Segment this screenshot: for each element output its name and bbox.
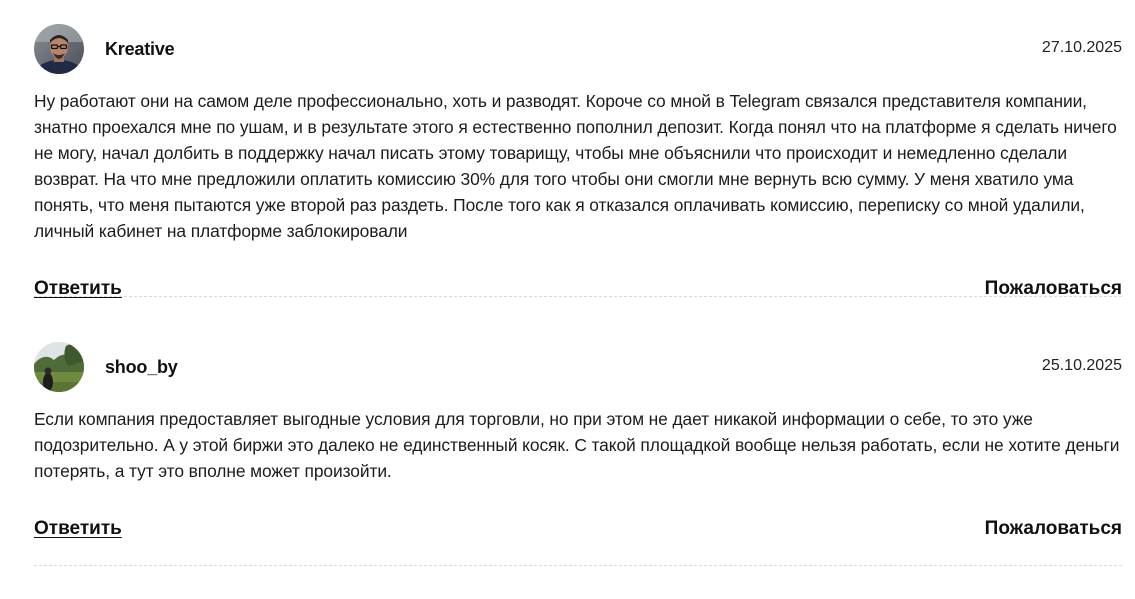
- comment-actions: Ответить Пожаловаться: [34, 518, 1122, 548]
- comment-text: Ну работают они на самом деле профессион…: [34, 91, 1117, 241]
- comment-header: Kreative 27.10.2025: [34, 24, 1122, 74]
- comment-item: shoo_by 25.10.2025 Если компания предост…: [34, 342, 1122, 566]
- report-link[interactable]: Пожаловаться: [985, 518, 1122, 540]
- comment-date: 27.10.2025: [1041, 39, 1122, 56]
- avatar: [34, 342, 84, 392]
- report-link[interactable]: Пожаловаться: [985, 278, 1122, 300]
- comment-actions: Ответить Пожаловаться: [34, 278, 1122, 308]
- reply-link[interactable]: Ответить: [34, 278, 122, 300]
- reply-link[interactable]: Ответить: [34, 518, 122, 540]
- user-photo-landscape-icon: [34, 342, 84, 392]
- comment-date: 25.10.2025: [1041, 357, 1122, 374]
- comment-item: Kreative 27.10.2025 Ну работают они на с…: [34, 0, 1122, 299]
- comment-author: shoo_by: [105, 356, 178, 377]
- comment-author: Kreative: [105, 38, 175, 59]
- user-photo-man-glasses-icon: [34, 24, 84, 74]
- comment-header: shoo_by 25.10.2025: [34, 342, 1122, 392]
- avatar: [34, 24, 84, 74]
- comment-text: Если компания предоставляет выгодные усл…: [34, 409, 1120, 481]
- comments-list: Kreative 27.10.2025 Ну работают они на с…: [34, 0, 1122, 566]
